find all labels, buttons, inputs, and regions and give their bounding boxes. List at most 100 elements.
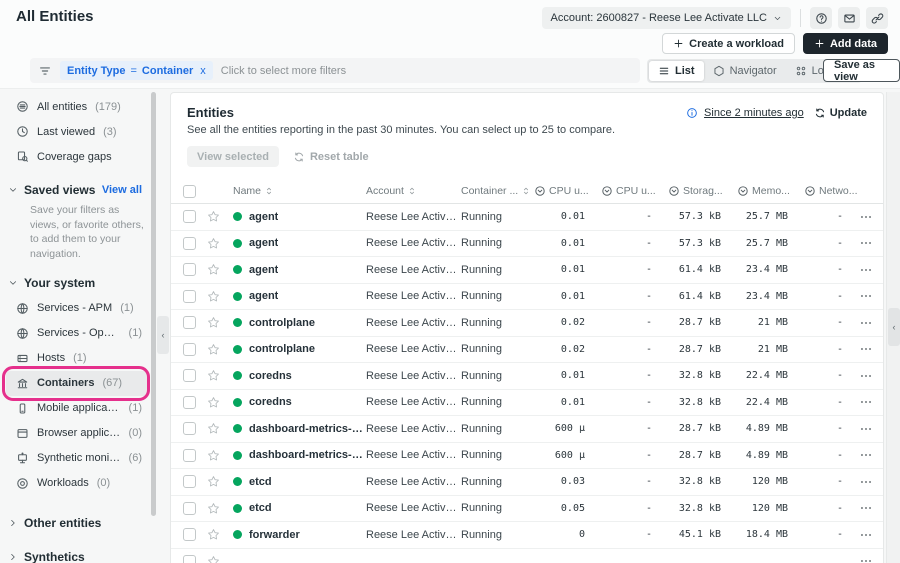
row-checkbox[interactable]	[183, 343, 196, 356]
entity-name[interactable]: agent	[249, 211, 278, 223]
column-header-container-status[interactable]: Container ...	[461, 185, 534, 197]
sidebar-collapse-handle[interactable]: ‹	[157, 316, 169, 354]
row-checkbox[interactable]	[183, 316, 196, 329]
add-data-button[interactable]: Add data	[803, 33, 888, 54]
sidebar-item[interactable]: Hosts (1)	[6, 346, 148, 371]
view-tab-list[interactable]: List	[649, 61, 704, 81]
entity-name[interactable]: controlplane	[249, 317, 315, 329]
star-icon[interactable]	[207, 528, 220, 541]
filter-chip-entity-type[interactable]: Entity Type = Container x	[60, 61, 213, 80]
row-menu-button[interactable]	[859, 501, 873, 515]
filter-input[interactable]: Entity Type = Container x Click to selec…	[30, 58, 640, 83]
entity-name[interactable]: dashboard-metrics-scr...	[249, 423, 366, 435]
entity-name[interactable]: coredns	[249, 396, 292, 408]
sidebar-item[interactable]: Workloads (0)	[6, 471, 148, 496]
row-checkbox[interactable]	[183, 528, 196, 541]
table-row[interactable]: agent Reese Lee Activate LLC Running 0.0…	[171, 204, 883, 231]
table-row[interactable]: coredns Reese Lee Activate LLC Running 0…	[171, 363, 883, 390]
scrollbar-thumb[interactable]	[151, 92, 156, 516]
sidebar-item[interactable]: Browser applications (0)	[6, 421, 148, 446]
sort-icon[interactable]	[521, 186, 531, 196]
sidebar-item[interactable]: Last viewed (3)	[6, 119, 148, 144]
table-row[interactable]: agent Reese Lee Activate LLC Running 0.0…	[171, 257, 883, 284]
row-checkbox[interactable]	[183, 449, 196, 462]
entity-name[interactable]: forwarder	[249, 529, 300, 541]
share-link-button[interactable]	[866, 7, 888, 29]
star-icon[interactable]	[207, 290, 220, 303]
row-menu-button[interactable]	[859, 448, 873, 462]
sort-icon[interactable]	[264, 186, 274, 196]
table-row[interactable]: dashboard-metrics-scr... Reese Lee Activ…	[171, 443, 883, 470]
sidebar-item[interactable]: Containers (67)	[6, 371, 148, 396]
table-row[interactable]: agent Reese Lee Activate LLC Running 0.0…	[171, 231, 883, 258]
table-row[interactable]: controlplane Reese Lee Activate LLC Runn…	[171, 310, 883, 337]
entity-name[interactable]: agent	[249, 264, 278, 276]
column-header-storage[interactable]: Storag...	[668, 185, 737, 197]
star-icon[interactable]	[207, 263, 220, 276]
table-row[interactable]: controlplane Reese Lee Activate LLC Runn…	[171, 337, 883, 364]
sidebar-item[interactable]: Synthetic monitors (6)	[6, 446, 148, 471]
row-menu-button[interactable]	[859, 395, 873, 409]
reset-table-button[interactable]: Reset table	[293, 151, 369, 163]
column-header-cpu-2[interactable]: CPU u...	[601, 185, 668, 197]
row-checkbox[interactable]	[183, 396, 196, 409]
row-checkbox[interactable]	[183, 369, 196, 382]
row-menu-button[interactable]	[859, 342, 873, 356]
sidebar-section[interactable]: Synthetics	[8, 550, 142, 563]
row-checkbox[interactable]	[183, 210, 196, 223]
sidebar-scrollbar[interactable]	[151, 92, 156, 516]
row-menu-button[interactable]	[859, 528, 873, 542]
entity-name[interactable]: agent	[249, 237, 278, 249]
sidebar-item[interactable]: Mobile applications (1)	[6, 396, 148, 421]
table-row[interactable]: agent Reese Lee Activate LLC Running 0.0…	[171, 284, 883, 311]
table-row[interactable]: etcd Reese Lee Activate LLC Running 0.05…	[171, 496, 883, 523]
row-checkbox[interactable]	[183, 555, 196, 563]
row-checkbox[interactable]	[183, 263, 196, 276]
column-header-account[interactable]: Account	[366, 185, 461, 197]
table-row[interactable]: forwarder Reese Lee Activate LLC Running…	[171, 522, 883, 549]
row-checkbox[interactable]	[183, 422, 196, 435]
update-button[interactable]: Update	[814, 107, 867, 119]
sort-icon[interactable]	[407, 186, 417, 196]
table-row[interactable]: dashboard-metrics-scr... Reese Lee Activ…	[171, 416, 883, 443]
entity-name[interactable]: agent	[249, 290, 278, 302]
sidebar-item[interactable]: All entities (179)	[6, 94, 148, 119]
right-panel-collapse-handle[interactable]: ‹	[888, 308, 900, 346]
star-icon[interactable]	[207, 475, 220, 488]
entity-name[interactable]: coredns	[249, 370, 292, 382]
column-header-memory[interactable]: Memo...	[737, 185, 804, 197]
select-all-checkbox[interactable]	[183, 185, 196, 198]
row-menu-button[interactable]	[859, 369, 873, 383]
star-icon[interactable]	[207, 502, 220, 515]
row-menu-button[interactable]	[859, 422, 873, 436]
section-your-system[interactable]: Your system	[8, 276, 142, 290]
entity-name[interactable]: etcd	[249, 476, 272, 488]
view-tab-navigator[interactable]: Navigator	[704, 61, 786, 81]
inbox-button[interactable]	[838, 7, 860, 29]
account-switcher[interactable]: Account: 2600827 - Reese Lee Activate LL…	[542, 7, 791, 29]
sidebar-item[interactable]: Coverage gaps	[6, 144, 148, 169]
row-menu-button[interactable]	[859, 236, 873, 250]
row-menu-button[interactable]	[859, 210, 873, 224]
entity-name[interactable]: controlplane	[249, 343, 315, 355]
star-icon[interactable]	[207, 316, 220, 329]
row-menu-button[interactable]	[859, 316, 873, 330]
sidebar-item[interactable]: Services - OpenTele... (1)	[6, 321, 148, 346]
entity-name[interactable]: etcd	[249, 502, 272, 514]
column-header-name[interactable]: Name	[233, 185, 366, 197]
row-menu-button[interactable]	[859, 554, 873, 563]
star-icon[interactable]	[207, 449, 220, 462]
row-checkbox[interactable]	[183, 475, 196, 488]
row-menu-button[interactable]	[859, 263, 873, 277]
row-checkbox[interactable]	[183, 290, 196, 303]
row-menu-button[interactable]	[859, 289, 873, 303]
star-icon[interactable]	[207, 396, 220, 409]
sidebar-section[interactable]: Other entities	[8, 516, 142, 530]
table-row[interactable]	[171, 549, 883, 563]
star-icon[interactable]	[207, 210, 220, 223]
section-saved-views[interactable]: Saved views View all	[8, 183, 142, 197]
star-icon[interactable]	[207, 237, 220, 250]
time-range-link[interactable]: Since 2 minutes ago	[704, 107, 804, 119]
view-all-link[interactable]: View all	[102, 184, 142, 196]
sidebar-item[interactable]: Services - APM (1)	[6, 296, 148, 321]
